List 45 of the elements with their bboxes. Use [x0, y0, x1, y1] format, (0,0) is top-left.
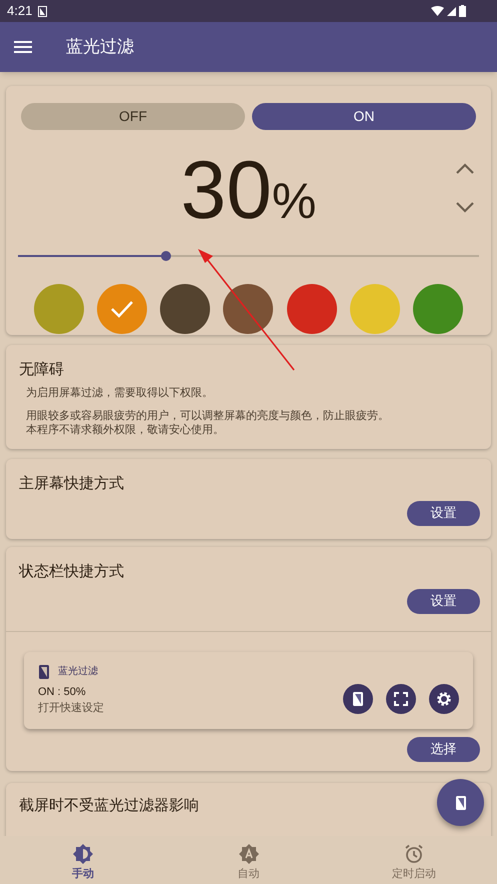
- alarm-icon: [404, 844, 424, 864]
- section-title: 无障碍: [19, 360, 65, 380]
- notification-action: 打开快速设定: [38, 700, 104, 716]
- filter-button[interactable]: [343, 684, 373, 714]
- settings-button[interactable]: 设置: [407, 500, 480, 526]
- fullscreen-icon: [394, 692, 408, 706]
- app-title: 蓝光过滤: [66, 36, 134, 58]
- description: 本程序不请求额外权限，敬请安心使用。: [25, 423, 225, 437]
- section-title: 主屏幕快捷方式: [19, 474, 125, 494]
- battery-icon: [459, 5, 466, 17]
- nav-tab[interactable]: 手动: [0, 836, 166, 884]
- color-swatch[interactable]: [160, 284, 210, 334]
- check-icon: [110, 300, 134, 318]
- menu-icon[interactable]: [14, 41, 32, 53]
- settings-button[interactable]: [429, 684, 459, 714]
- description: 为启用屏幕过滤，需要取得以下权限。: [25, 386, 214, 400]
- description: 用眼较多或容易眼疲劳的用户，可以调整屏幕的亮度与颜色，防止眼疲劳。: [25, 409, 390, 423]
- signal-icon: [447, 6, 456, 16]
- color-swatch[interactable]: [286, 284, 337, 334]
- color-swatch[interactable]: [350, 284, 400, 334]
- color-swatch[interactable]: [97, 284, 148, 334]
- on-toggle[interactable]: ON: [252, 103, 476, 130]
- color-swatch[interactable]: [223, 284, 274, 334]
- percent-sign: %: [272, 172, 316, 231]
- fullscreen-button[interactable]: [386, 684, 416, 714]
- status-time: 4:21: [7, 2, 32, 20]
- phone-icon: [352, 690, 364, 706]
- settings-button[interactable]: 设置: [407, 588, 480, 614]
- brightness-icon: [72, 844, 93, 864]
- app-icon: [38, 664, 50, 680]
- notification-icon: [38, 6, 48, 16]
- phone-icon: [454, 794, 466, 810]
- section-title: 状态栏快捷方式: [19, 562, 125, 582]
- section-title: 截屏时不受蓝光过滤器影响: [19, 796, 199, 816]
- select-button[interactable]: 选择: [407, 736, 480, 762]
- notification-status: ON : 50%: [38, 684, 87, 700]
- intensity-value: 30: [180, 144, 272, 238]
- off-toggle[interactable]: OFF: [21, 103, 245, 130]
- settings-icon: [436, 690, 452, 706]
- color-swatch[interactable]: [412, 284, 463, 334]
- color-swatch[interactable]: [34, 284, 84, 334]
- slider-thumb[interactable]: [160, 251, 171, 261]
- notification-app-name: 蓝光过滤: [58, 664, 98, 679]
- wifi-icon: [431, 6, 444, 16]
- auto-brightness-icon: [238, 844, 258, 864]
